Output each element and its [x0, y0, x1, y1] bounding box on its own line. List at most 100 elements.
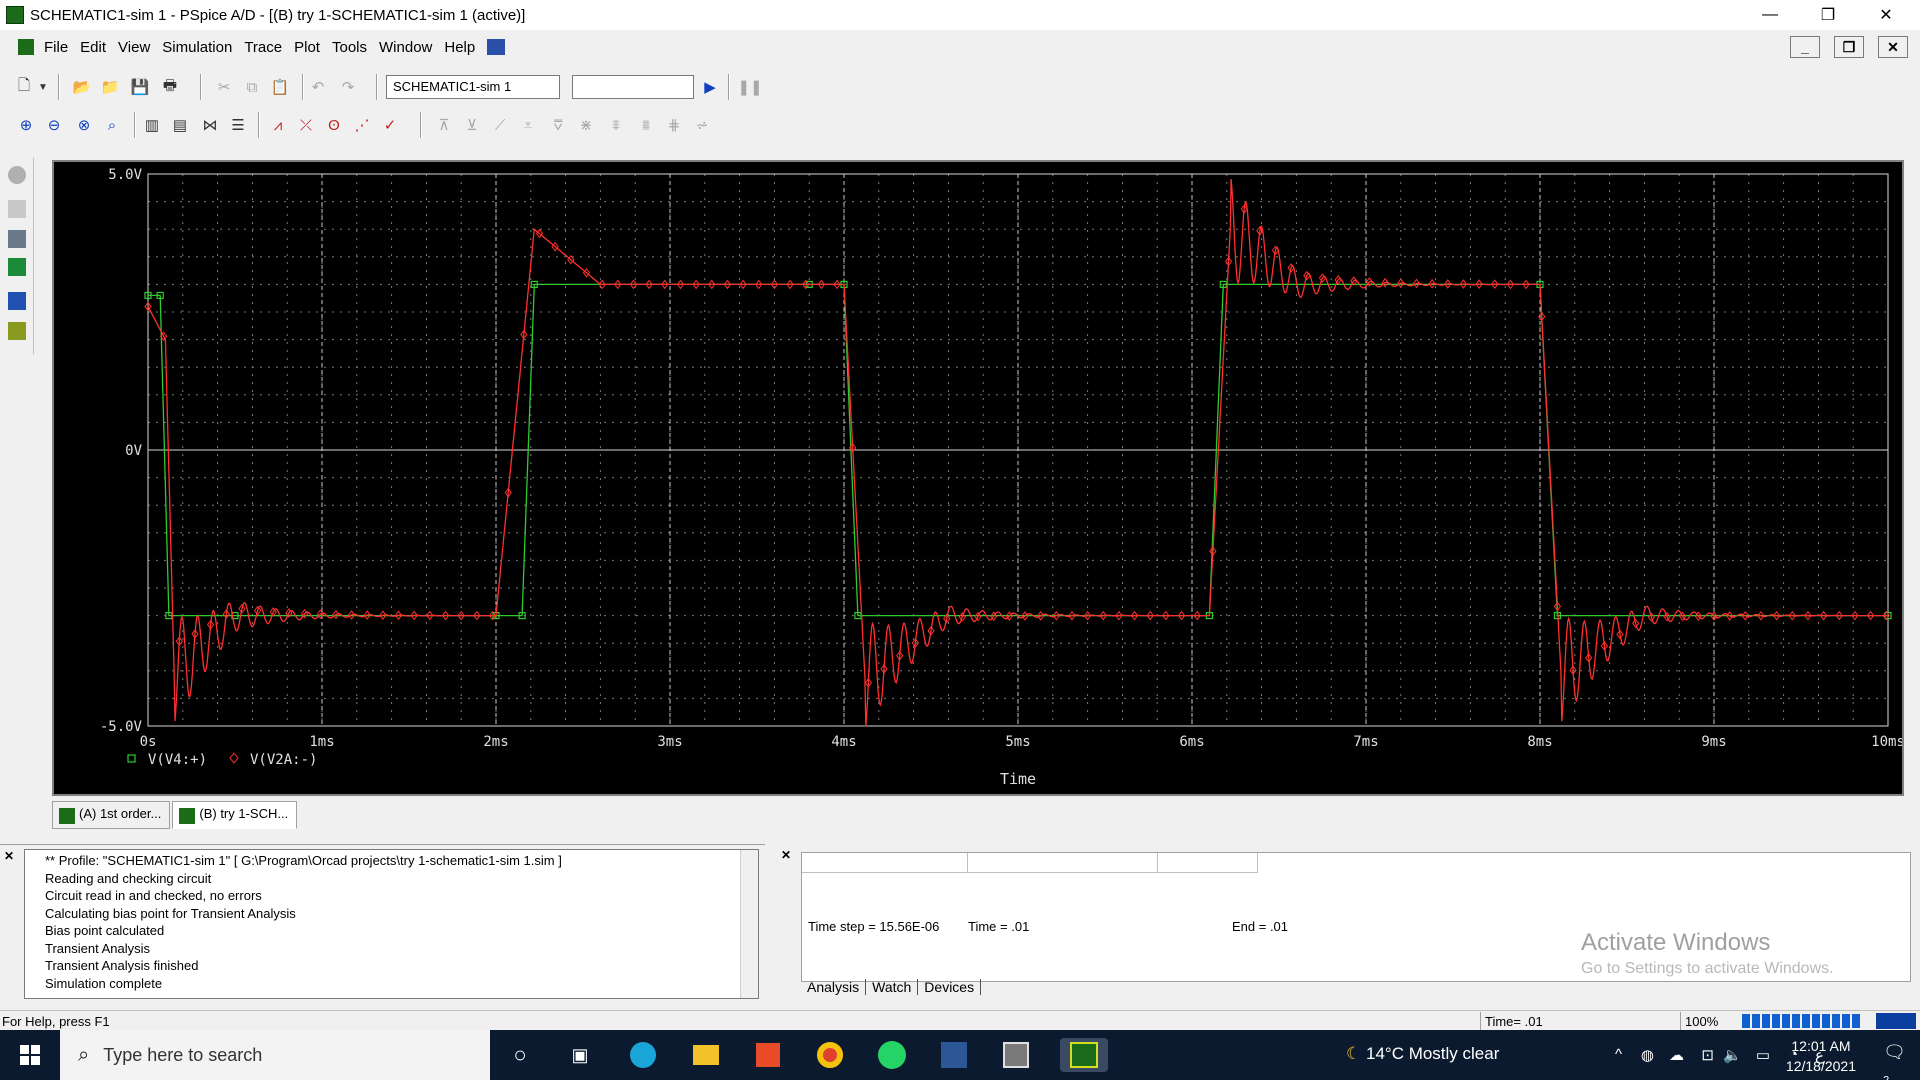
zoom-area-icon[interactable]: ⊗	[72, 113, 96, 137]
settings-icon[interactable]	[8, 166, 26, 184]
restore-button[interactable]: ❐	[1800, 0, 1856, 30]
whatsapp-icon[interactable]	[875, 1038, 909, 1072]
menu-view[interactable]: View	[112, 39, 156, 56]
cursor-label-icon[interactable]: ⋕	[662, 113, 686, 137]
open-folder-icon[interactable]: 📁	[98, 75, 122, 99]
file-explorer-icon[interactable]	[689, 1038, 723, 1072]
notifications-icon[interactable]: 🗨2	[1883, 1042, 1906, 1080]
clock[interactable]: 12:01 AM 12/18/2021	[1786, 1036, 1856, 1076]
zoom-in-icon[interactable]: ⊕	[14, 113, 38, 137]
waveform-plot[interactable]: 0s 1ms 2ms 3ms 4ms 5ms 6ms 7ms 8ms 9ms 10ms 5.0V 0V -…	[54, 162, 1902, 794]
cursor-peak-icon[interactable]: ⊼	[432, 113, 456, 137]
weather-text[interactable]: ☾ 14°C Mostly clear	[1346, 1044, 1499, 1064]
simulation-field[interactable]	[572, 75, 694, 99]
menu-tools[interactable]: Tools	[326, 39, 373, 56]
windows-start-button[interactable]	[0, 1030, 60, 1080]
plot-toolbar: ⊕ ⊖ ⊗ ⌕ ▥ ▤ ⋈ ☰ ⩘ ⤫ ʘ ⋰ ✓ ⊼ ⊻ ⟋ ⩡ ⩢ ⋇ ⩨ …	[0, 106, 1920, 144]
performance-icon[interactable]: ⋈	[198, 113, 222, 137]
progress-segment	[1772, 1014, 1780, 1028]
cursor-next-icon[interactable]: ⩩	[634, 113, 658, 137]
new-dropdown-icon[interactable]: ▼	[36, 75, 50, 99]
paste-icon[interactable]: 📋	[268, 75, 292, 99]
output-scrollbar[interactable]	[740, 850, 758, 998]
tab-devices[interactable]: Devices	[918, 979, 982, 995]
menu-help[interactable]: Help	[438, 39, 481, 56]
menu-plot[interactable]: Plot	[288, 39, 326, 56]
task-view-icon[interactable]: ▣	[563, 1038, 597, 1072]
doc-minimize-button[interactable]: _	[1790, 36, 1820, 58]
doc-close-button[interactable]: ✕	[1878, 36, 1908, 58]
close-button[interactable]: ✕	[1858, 0, 1914, 30]
chrome-icon[interactable]	[813, 1038, 847, 1072]
volume-icon[interactable]: 🔈	[1723, 1046, 1742, 1064]
tab-label: (B) try 1-SCH...	[199, 806, 289, 821]
edge-icon[interactable]	[626, 1038, 660, 1072]
pause-icon[interactable]: ❚❚	[737, 75, 762, 99]
cursor-slope-icon[interactable]: ⟋	[488, 113, 512, 137]
close-status-icon[interactable]: ✕	[781, 848, 791, 862]
tab-watch[interactable]: Watch	[866, 979, 919, 995]
view-status-icon[interactable]	[8, 322, 26, 340]
cursor-search-icon[interactable]: ⩨	[604, 113, 628, 137]
mark-voltage-icon[interactable]: ʘ	[322, 113, 346, 137]
cursor-trough-icon[interactable]: ⊻	[460, 113, 484, 137]
word-icon[interactable]	[937, 1038, 971, 1072]
menu-simulation[interactable]: Simulation	[156, 39, 238, 56]
new-icon[interactable]: 🗋	[12, 75, 36, 99]
mark-power-icon[interactable]: ✓	[378, 113, 402, 137]
help-context-icon[interactable]	[487, 39, 506, 55]
cursor-point-icon[interactable]: ⋇	[574, 113, 598, 137]
undo-icon[interactable]: ↶	[306, 75, 330, 99]
save-icon[interactable]: 💾	[128, 75, 152, 99]
eval-measurement-icon[interactable]: ⤫	[294, 113, 318, 137]
view-log-icon[interactable]	[8, 292, 26, 310]
mark-current-icon[interactable]: ⋰	[350, 113, 374, 137]
cursor-min-icon[interactable]: ⩡	[516, 113, 540, 137]
show-hidden-icons-icon[interactable]: ^	[1615, 1046, 1622, 1063]
add-trace-icon[interactable]: ⩘	[266, 113, 290, 137]
menu-trace[interactable]: Trace	[238, 39, 288, 56]
orcad-capture-icon[interactable]	[999, 1038, 1033, 1072]
cursor-max-icon[interactable]: ⩢	[546, 113, 570, 137]
output-log[interactable]: ** Profile: "SCHEMATIC1-sim 1" [ G:\Prog…	[24, 849, 759, 999]
network-drive-icon[interactable]: ⊡	[1701, 1046, 1714, 1064]
zoom-fit-icon[interactable]: ⌕	[100, 113, 124, 137]
menu-window[interactable]: Window	[373, 39, 438, 56]
cursor-mark-icon[interactable]: ⩫	[690, 113, 714, 137]
taskbar-search[interactable]: ⌕ Type here to search	[60, 1030, 490, 1080]
pspice-app-icon	[6, 6, 24, 24]
fourier-icon[interactable]: ▤	[168, 113, 192, 137]
copy-icon[interactable]: ⧉	[240, 75, 264, 99]
pspice-taskbar-icon[interactable]	[1060, 1038, 1108, 1072]
x-tick-label: 0s	[140, 734, 157, 750]
menu-file[interactable]: File	[38, 39, 74, 56]
store-icon[interactable]	[751, 1038, 785, 1072]
profile-select[interactable]: SCHEMATIC1-sim 1	[386, 75, 560, 99]
tab-1st-order[interactable]: (A) 1st order...	[52, 801, 171, 829]
open-icon[interactable]: 📂	[70, 75, 94, 99]
menu-edit[interactable]: Edit	[74, 39, 112, 56]
view-results-icon[interactable]	[8, 258, 26, 276]
print-icon[interactable]: 🖶	[158, 75, 182, 99]
minimize-button[interactable]: —	[1742, 0, 1798, 30]
doc-restore-button[interactable]: ❐	[1834, 36, 1864, 58]
y-tick-label: 0V	[125, 443, 142, 459]
view-output-icon[interactable]	[8, 230, 26, 248]
log-x-icon[interactable]: ▥	[140, 113, 164, 137]
onedrive-icon[interactable]: ☁	[1669, 1046, 1684, 1064]
cortana-icon[interactable]: ○	[503, 1038, 537, 1072]
plot-window[interactable]: 0s 1ms 2ms 3ms 4ms 5ms 6ms 7ms 8ms 9ms 10ms 5.0V 0V -…	[52, 160, 1904, 796]
redo-icon[interactable]: ↷	[336, 75, 360, 99]
document-icon[interactable]	[18, 39, 34, 55]
log-y-icon[interactable]: ☰	[226, 113, 250, 137]
zoom-out-icon[interactable]: ⊖	[42, 113, 66, 137]
tab-analysis[interactable]: Analysis	[801, 979, 867, 995]
tab-try-1[interactable]: (B) try 1-SCH...	[172, 801, 298, 829]
battery-icon[interactable]: ▭	[1756, 1046, 1770, 1064]
security-icon[interactable]: ◍	[1641, 1046, 1654, 1064]
cut-icon[interactable]: ✂	[212, 75, 236, 99]
run-icon[interactable]: ▶	[698, 75, 722, 99]
close-output-icon[interactable]: ✕	[4, 849, 14, 863]
view-simulation-icon[interactable]	[8, 200, 26, 218]
simulation-status-window: ✕ Time step = 15.56E-06 Time = .01 End =…	[775, 844, 1920, 1002]
